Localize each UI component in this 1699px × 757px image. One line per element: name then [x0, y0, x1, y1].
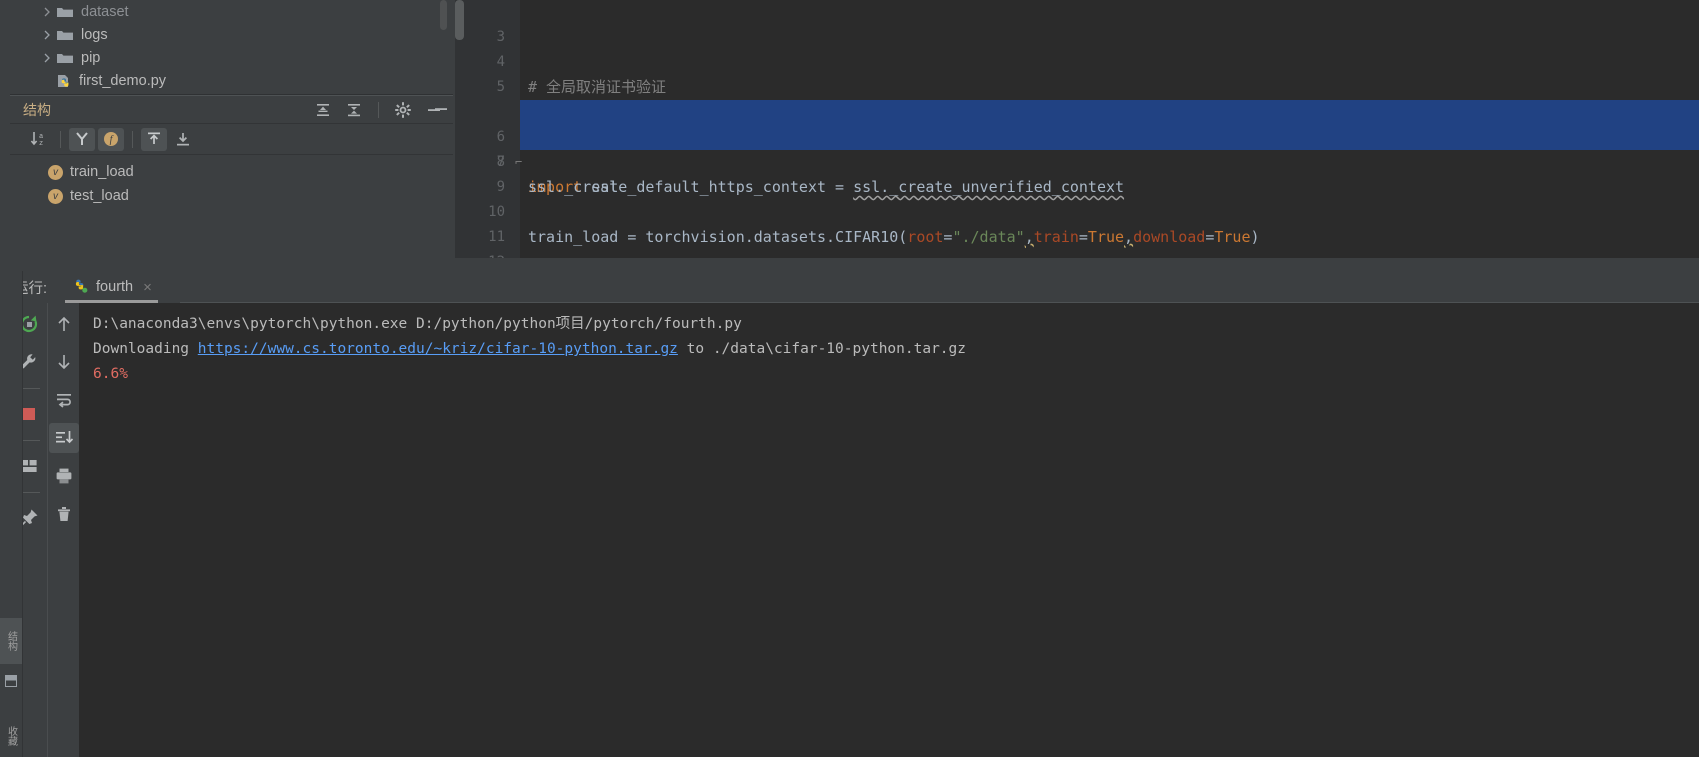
tree-item-label: logs	[81, 26, 108, 43]
structure-tool-label: 结构	[5, 631, 17, 651]
bottom-left-tool-buttons: 结构 收藏	[0, 600, 22, 757]
project-tree-scrollbar[interactable]	[440, 0, 447, 30]
tree-item-first-demo-py[interactable]: first_demo.py	[10, 69, 453, 92]
split-view-icon[interactable]	[0, 670, 22, 692]
project-tree-panel[interactable]: dataset logs pip first_demo.py	[10, 0, 453, 95]
variable-icon: v	[48, 188, 63, 204]
code-line[interactable]: 8	[455, 125, 1699, 170]
code-line[interactable]: 11	[455, 200, 1699, 245]
print-icon[interactable]	[49, 461, 79, 491]
run-body: D:\anaconda3\envs\pytorch\python.exe D:/…	[0, 303, 1699, 757]
pycharm-window: dataset logs pip first_demo.py 结构 a z f …	[0, 0, 1699, 757]
close-icon[interactable]: ×	[143, 279, 152, 296]
toolbar-separator	[60, 130, 61, 148]
svg-text:z: z	[39, 140, 43, 148]
code-line[interactable]: 10 train_load = torchvision.datasets.CIF…	[455, 175, 1699, 246]
code-line-selected[interactable]: 6 ⌐ import ssl	[455, 75, 1699, 196]
structure-toolbar: a z f	[10, 124, 453, 155]
soft-wrap-icon[interactable]	[49, 385, 79, 415]
editor-minimize-icon[interactable]	[432, 100, 450, 118]
scroll-to-end-icon[interactable]	[49, 423, 79, 453]
collapse-all-icon[interactable]	[343, 99, 365, 121]
folder-icon	[56, 5, 74, 19]
code-line[interactable]: 5	[455, 50, 1699, 95]
console-line-downloading: Downloading https://www.cs.toronto.edu/~…	[93, 337, 1699, 362]
code-line[interactable]: 3	[455, 0, 1699, 45]
show-inherited-icon[interactable]	[69, 127, 95, 151]
show-descendants-icon[interactable]	[170, 128, 196, 151]
code-line-selected[interactable]: 7 ssl._create_default_https_context = ss…	[455, 100, 1699, 196]
download-prefix: Downloading	[93, 341, 198, 357]
chevron-right-icon[interactable]	[40, 5, 54, 19]
code-editor[interactable]: 3 4 # 全局取消证书验证 5 6 ⌐ import ssl 7 ssl._c…	[455, 0, 1699, 258]
download-url-link[interactable]: https://www.cs.toronto.edu/~kriz/cifar-1…	[198, 341, 678, 357]
top-area: dataset logs pip first_demo.py 结构 a z f …	[0, 0, 1699, 272]
structure-panel-header: 结构	[10, 96, 453, 124]
chevron-right-icon[interactable]	[40, 28, 54, 42]
scroll-down-icon[interactable]	[49, 347, 79, 377]
sort-alphabetically-icon[interactable]: a z	[26, 128, 52, 151]
run-tool-window: 运行: fourth × D:\anaconda3\envs\pytorch\p…	[0, 271, 1699, 757]
code-line[interactable]: 4 # 全局取消证书验证	[455, 25, 1699, 96]
python-run-icon	[71, 276, 88, 298]
run-tab-label: fourth	[96, 279, 134, 295]
structure-item-label: test_load	[70, 188, 129, 204]
expand-all-icon[interactable]	[312, 99, 334, 121]
editor-bottom-strip	[455, 258, 1699, 271]
structure-item-train-load[interactable]: v train_load	[10, 160, 453, 184]
show-ancestors-icon[interactable]	[141, 127, 167, 151]
python-file-icon	[56, 73, 72, 89]
code-line[interactable]: 12 test_load = torchvision.datasets.CIFA…	[455, 225, 1699, 258]
trash-icon[interactable]	[49, 499, 79, 529]
toolbar-separator	[132, 130, 133, 148]
console-line-command: D:\anaconda3\envs\pytorch\python.exe D:/…	[93, 316, 742, 332]
folder-icon	[56, 51, 74, 65]
console-output[interactable]: D:\anaconda3\envs\pytorch\python.exe D:/…	[79, 303, 1699, 757]
chevron-right-icon[interactable]	[40, 51, 54, 65]
run-header: 运行: fourth ×	[0, 271, 1699, 303]
console-toolbar	[47, 303, 80, 757]
tree-item-dataset[interactable]: dataset	[10, 0, 453, 23]
structure-panel: 结构 a z f v train_load v test_load	[10, 95, 453, 272]
console-line-progress: 6.6%	[93, 366, 128, 382]
folder-icon	[56, 28, 74, 42]
structure-item-test-load[interactable]: v test_load	[10, 184, 453, 208]
scroll-up-icon[interactable]	[49, 309, 79, 339]
structure-items-list: v train_load v test_load	[10, 155, 453, 208]
variable-icon: v	[48, 164, 63, 180]
show-fields-icon[interactable]: f	[98, 127, 124, 151]
code-line[interactable]: 9	[455, 150, 1699, 195]
gear-icon[interactable]	[392, 99, 414, 121]
rail-divider	[22, 271, 23, 757]
favorites-tool-button[interactable]: 收藏	[0, 716, 22, 756]
download-suffix: to ./data\cifar-10-python.tar.gz	[677, 341, 966, 357]
favorites-tool-label: 收藏	[5, 726, 17, 746]
tree-item-logs[interactable]: logs	[10, 23, 453, 46]
structure-tool-button[interactable]: 结构	[0, 618, 22, 664]
tree-item-label: first_demo.py	[79, 72, 167, 89]
structure-panel-title: 结构	[23, 101, 51, 118]
tree-item-pip[interactable]: pip	[10, 46, 453, 69]
structure-item-label: train_load	[70, 164, 134, 180]
run-tab-fourth[interactable]: fourth ×	[65, 271, 158, 303]
toolbar-separator	[378, 101, 379, 118]
tree-item-label: dataset	[81, 3, 129, 20]
tree-item-label: pip	[81, 49, 101, 66]
line-number: 12	[455, 250, 505, 258]
